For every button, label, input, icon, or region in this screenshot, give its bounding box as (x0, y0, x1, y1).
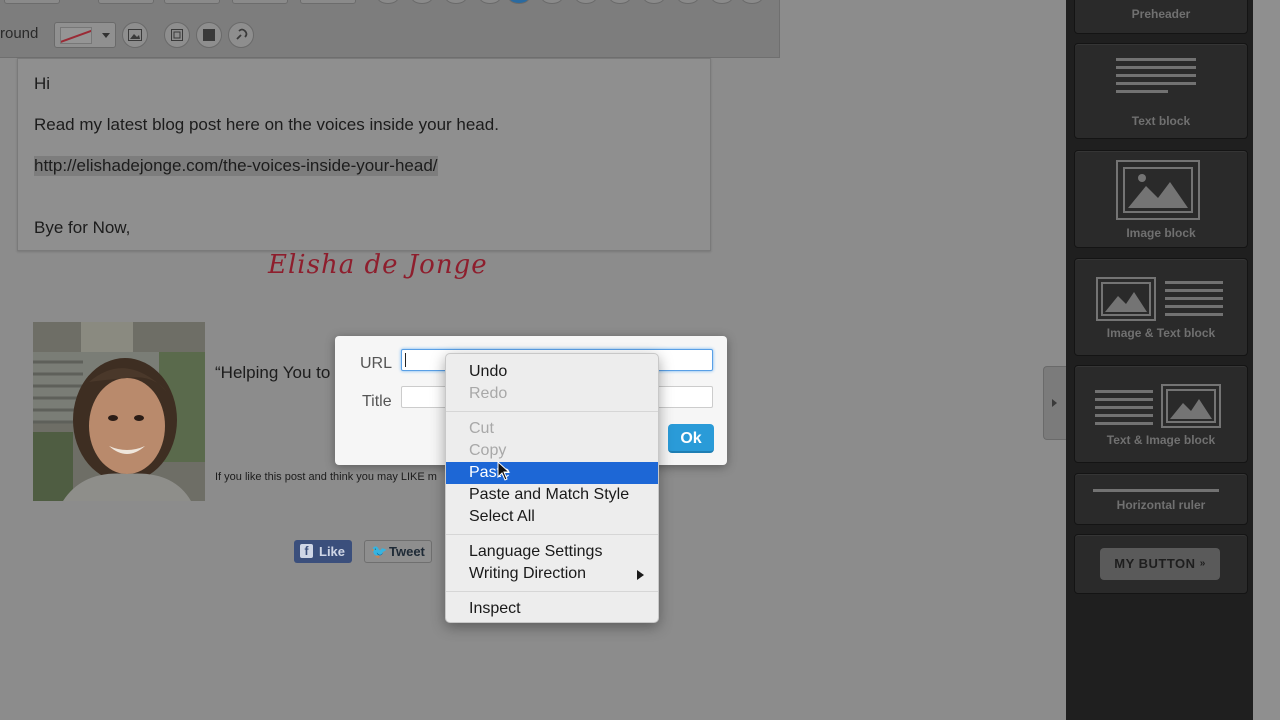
menu-item-redo[interactable]: Redo (446, 383, 658, 405)
window-edge (1253, 0, 1280, 720)
menu-item-select-all[interactable]: Select All (446, 506, 658, 528)
toolbar-button[interactable] (164, 0, 220, 4)
image-icon[interactable] (122, 22, 148, 48)
toolbar-circle-button[interactable] (711, 0, 733, 4)
block-label: Image block (1126, 226, 1196, 240)
mouse-pointer-icon (497, 460, 511, 486)
toolbar-circle-button[interactable] (677, 0, 699, 4)
avatar (33, 322, 205, 501)
my-button-label: MY BUTTON (1114, 556, 1196, 571)
facebook-like-button[interactable]: f Like (294, 540, 352, 563)
menu-item-paste-and-match-style[interactable]: Paste and Match Style (446, 484, 658, 506)
content-blocks-panel: Preheader Text block Image block Image &… (1066, 0, 1253, 720)
writing-direction-label: Writing Direction (469, 565, 587, 582)
menu-item-cut[interactable]: Cut (446, 418, 658, 440)
block-button[interactable]: MY BUTTON » (1074, 534, 1248, 594)
body-text: Read my latest blog post here on the voi… (34, 115, 499, 134)
menu-item-language-settings[interactable]: Language Settings (446, 541, 658, 563)
toolbar-circle-button[interactable] (609, 0, 631, 4)
twitter-bird-icon: 🐦 (371, 544, 388, 559)
menu-item-undo[interactable]: Undo (446, 361, 658, 383)
tweet-label: Tweet (389, 544, 425, 559)
menu-item-inspect[interactable]: Inspect (446, 598, 658, 620)
url-label: URL (360, 355, 393, 372)
border-icon[interactable] (164, 22, 190, 48)
chevron-right-icon (1052, 399, 1057, 407)
block-preheader[interactable]: Preheader (1074, 0, 1248, 34)
color-swatch (60, 27, 92, 44)
title-label: Title (362, 393, 392, 410)
toolbar-button[interactable] (98, 0, 154, 4)
link-icon[interactable] (228, 22, 254, 48)
toolbar-circle-button[interactable] (643, 0, 665, 4)
toolbar-button[interactable] (232, 0, 288, 4)
toolbar-button[interactable] (300, 0, 356, 4)
block-label: Horizontal ruler (1116, 498, 1206, 512)
block-horizontal-ruler[interactable]: Horizontal ruler (1074, 473, 1248, 525)
block-style-icon[interactable] (196, 22, 222, 48)
image-placeholder-icon (1096, 277, 1156, 321)
toolbar-circle-button[interactable] (541, 0, 563, 4)
toolbar-circle-button[interactable] (377, 0, 399, 4)
text-lines-icon (1165, 281, 1223, 321)
text-content-block[interactable]: Hi Read my latest blog post here on the … (17, 58, 711, 251)
chevron-down-icon (102, 33, 110, 38)
toolbar-button[interactable] (4, 0, 60, 4)
toolbar-circle-button[interactable] (411, 0, 433, 4)
background-label: round (0, 25, 39, 42)
toolbar-circle-button[interactable] (575, 0, 597, 4)
like-label: Like (319, 544, 346, 559)
block-text[interactable]: Text block (1074, 43, 1248, 139)
selected-link-text[interactable]: http://elishadejonge.com/the-voices-insi… (34, 156, 438, 176)
menu-item-copy[interactable]: Copy (446, 440, 658, 462)
menu-separator (446, 411, 658, 412)
menu-separator (446, 534, 658, 535)
block-text-image[interactable]: Text & Image block (1074, 365, 1248, 463)
toolbar-circle-button[interactable] (479, 0, 501, 4)
ruler-line-icon (1093, 489, 1219, 492)
formatting-toolbar: round (0, 0, 780, 58)
block-label: Text block (1131, 114, 1191, 128)
menu-item-paste[interactable]: Paste (446, 462, 658, 484)
block-image[interactable]: Image block (1074, 150, 1248, 248)
submenu-arrow-icon (637, 570, 644, 580)
facebook-icon: f (300, 544, 313, 558)
block-label: Image & Text block (1106, 326, 1216, 340)
tagline-text: “Helping You to (215, 363, 331, 382)
block-label: Text & Image block (1106, 433, 1216, 447)
signature: Elisha de Jonge (268, 250, 488, 280)
closing-text: Bye for Now, (34, 218, 131, 237)
context-menu: Undo Redo Cut Copy Paste Paste and Match… (445, 353, 659, 623)
background-color-dropdown[interactable] (54, 22, 116, 48)
ok-button[interactable]: Ok (668, 424, 714, 453)
toolbar-circle-button[interactable] (741, 0, 763, 4)
toolbar-circle-button[interactable] (508, 0, 530, 4)
my-button-preview: MY BUTTON » (1100, 548, 1220, 580)
greeting-text: Hi (34, 74, 51, 93)
image-placeholder-icon (1161, 384, 1221, 428)
image-placeholder-icon (1116, 160, 1200, 220)
text-lines-icon (1116, 58, 1196, 98)
toolbar-circle-button[interactable] (445, 0, 467, 4)
panel-toggle-button[interactable] (1043, 366, 1066, 440)
menu-separator (446, 591, 658, 592)
my-button-suffix: » (1199, 558, 1206, 569)
share-prompt-text: If you like this post and think you may … (215, 471, 437, 483)
tweet-button[interactable]: 🐦 Tweet (364, 540, 432, 563)
block-label: Preheader (1131, 7, 1191, 21)
menu-item-writing-direction[interactable]: Writing Direction (446, 563, 658, 585)
block-image-text[interactable]: Image & Text block (1074, 258, 1248, 356)
text-lines-icon (1095, 390, 1153, 430)
